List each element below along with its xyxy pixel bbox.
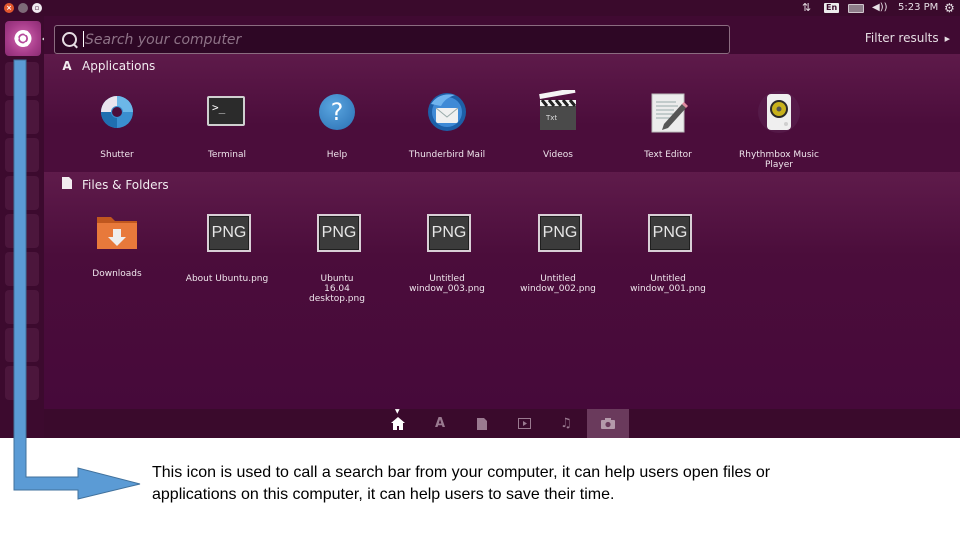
annotation-caption: This icon is used to call a search bar f… [152, 464, 771, 503]
annotation-arrow [13, 59, 141, 500]
